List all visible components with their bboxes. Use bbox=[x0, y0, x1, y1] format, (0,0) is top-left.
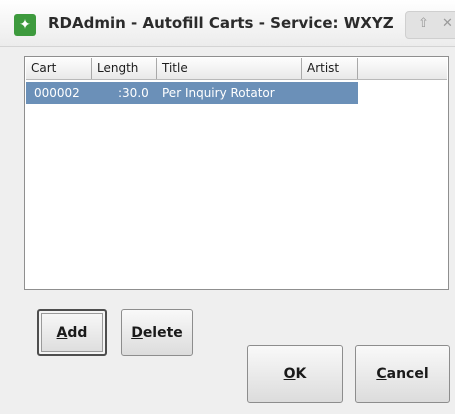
column-header-length[interactable]: Length bbox=[92, 58, 157, 79]
add-mnemonic: A bbox=[56, 324, 68, 341]
delete-button[interactable]: Delete bbox=[121, 309, 193, 356]
column-header-artist[interactable]: Artist bbox=[302, 58, 358, 79]
table-row[interactable]: 000002 :30.0 Per Inquiry Rotator bbox=[26, 82, 358, 104]
cell-title: Per Inquiry Rotator bbox=[162, 86, 275, 100]
delete-mnemonic: D bbox=[131, 324, 143, 341]
cancel-button[interactable]: Cancel bbox=[355, 345, 450, 403]
cell-cart: 000002 bbox=[34, 86, 80, 100]
ok-mnemonic: O bbox=[283, 366, 296, 382]
restore-icon[interactable]: ⇧ bbox=[418, 16, 429, 31]
close-icon[interactable]: ✕ bbox=[442, 16, 453, 31]
title-bar[interactable]: ✦ RDAdmin - Autofill Carts - Service: WX… bbox=[0, 0, 455, 47]
ok-label: K bbox=[295, 366, 307, 382]
column-header-title[interactable]: Title bbox=[157, 58, 302, 79]
cell-length: :30.0 bbox=[118, 86, 149, 100]
autofill-carts-dialog: ✦ RDAdmin - Autofill Carts - Service: WX… bbox=[0, 0, 455, 414]
delete-label: elete bbox=[142, 324, 183, 341]
window-title: RDAdmin - Autofill Carts - Service: WXYZ bbox=[48, 14, 394, 32]
cancel-label: ancel bbox=[386, 366, 429, 382]
add-label: dd bbox=[67, 324, 88, 341]
carts-list[interactable]: Cart Length Title Artist 000002 :30.0 Pe… bbox=[24, 56, 449, 290]
ok-button[interactable]: OK bbox=[247, 345, 343, 403]
column-header-cart[interactable]: Cart bbox=[26, 58, 92, 79]
list-header: Cart Length Title Artist bbox=[26, 58, 447, 80]
window-controls: ⇧ ✕ bbox=[405, 11, 455, 39]
app-icon: ✦ bbox=[14, 14, 36, 36]
add-button[interactable]: Add bbox=[37, 309, 107, 356]
cancel-mnemonic: C bbox=[376, 366, 387, 382]
